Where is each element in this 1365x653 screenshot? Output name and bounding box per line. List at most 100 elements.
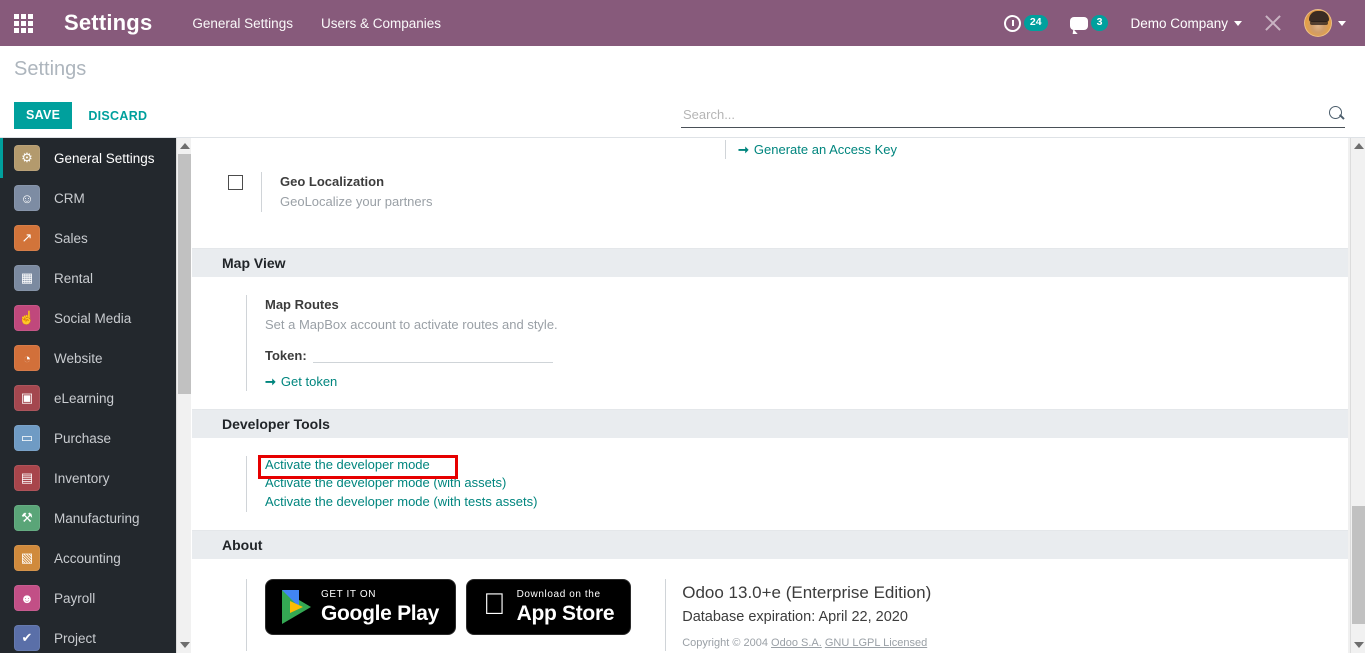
geo-localization-checkbox[interactable]: [228, 175, 243, 190]
google-play-small-label: GET IT ON: [321, 589, 377, 601]
search-bar: [681, 104, 1345, 128]
nav-item-users-companies[interactable]: Users & Companies: [321, 16, 441, 31]
box-icon: ▤: [14, 465, 40, 491]
sidebar-item-rental[interactable]: ▦ Rental: [0, 258, 176, 298]
clock-icon: [1003, 14, 1021, 32]
scroll-up-arrow-icon[interactable]: [1354, 143, 1364, 149]
save-button[interactable]: SAVE: [14, 102, 73, 129]
activate-developer-mode-link[interactable]: Activate the developer mode: [265, 456, 537, 475]
tools-icon: [1264, 14, 1282, 32]
sidebar-item-purchase[interactable]: ▭ Purchase: [0, 418, 176, 458]
sidebar-item-website[interactable]: ◔ Website: [0, 338, 176, 378]
sidebar-item-label: Project: [54, 630, 97, 646]
company-name-label: Demo Company: [1130, 15, 1228, 31]
map-routes-description: Set a MapBox account to activate routes …: [265, 316, 558, 332]
apple-icon: : [483, 590, 506, 620]
about-block: GET IT ON Google Play  Download on the …: [192, 559, 1348, 653]
activity-menu-button[interactable]: 24: [993, 14, 1059, 32]
sidebar-scrollbar-thumb[interactable]: [178, 154, 191, 394]
discard-button[interactable]: DISCARD: [78, 103, 157, 129]
odoo-sa-link[interactable]: Odoo S.A.: [771, 637, 822, 649]
sidebar-item-payroll[interactable]: ☻ Payroll: [0, 578, 176, 618]
content-scrollbar-thumb[interactable]: [1352, 506, 1365, 624]
sidebar-item-label: eLearning: [54, 390, 115, 406]
search-input[interactable]: [681, 106, 1329, 125]
card-icon: ▭: [14, 425, 40, 451]
sidebar-item-inventory[interactable]: ▤ Inventory: [0, 458, 176, 498]
chevron-down-icon: [1338, 20, 1346, 26]
sidebar-item-accounting[interactable]: ▧ Accounting: [0, 538, 176, 578]
chat-bubble-icon: [1069, 16, 1088, 30]
messaging-menu-button[interactable]: 3: [1059, 14, 1120, 32]
sidebar-item-general-settings[interactable]: ⚙ General Settings: [0, 138, 176, 178]
token-input[interactable]: [312, 343, 553, 363]
integrations-block: ➞ Generate an Access Key Geo Localization…: [192, 138, 1348, 248]
geo-localization-text: Geo Localization GeoLocalize your partne…: [280, 172, 432, 212]
activate-developer-mode-tests-assets-link[interactable]: Activate the developer mode (with tests …: [265, 493, 537, 512]
get-token-link[interactable]: ➞ Get token: [265, 374, 337, 390]
section-header-about: About: [192, 530, 1348, 560]
app-store-badge[interactable]:  Download on the App Store: [466, 579, 632, 636]
scroll-down-arrow-icon[interactable]: [1354, 642, 1364, 648]
sidebar-item-crm[interactable]: ☺ CRM: [0, 178, 176, 218]
sidebar-scrollbar[interactable]: [176, 138, 191, 653]
scroll-up-arrow-icon[interactable]: [180, 143, 190, 149]
sidebar-item-label: Rental: [54, 270, 94, 286]
sidebar-item-label: Sales: [54, 230, 88, 246]
token-label: Token:: [265, 347, 307, 363]
google-play-big-label: Google Play: [321, 602, 440, 626]
map-view-block: Map Routes Set a MapBox account to activ…: [192, 277, 1348, 409]
debug-tools-button[interactable]: [1253, 14, 1293, 32]
scroll-down-arrow-icon[interactable]: [180, 642, 190, 648]
chart-up-icon: ↗: [14, 225, 40, 251]
sidebar-item-sales[interactable]: ↗ Sales: [0, 218, 176, 258]
sidebar-item-project[interactable]: ✔ Project: [0, 618, 176, 653]
developer-links: Activate the developer mode Activate the…: [265, 456, 537, 513]
geo-localization-left: Geo Localization GeoLocalize your partne…: [228, 172, 432, 212]
app-brand-title: Settings: [64, 10, 153, 35]
search-icon[interactable]: [1329, 106, 1345, 122]
field-divider: [246, 295, 247, 391]
field-divider: [261, 172, 262, 212]
thumbs-up-icon: ☝: [14, 305, 40, 331]
sidebar-item-label: Payroll: [54, 590, 96, 606]
get-token-label: Get token: [280, 373, 338, 389]
field-divider: [725, 140, 726, 159]
navbar-menu: General Settings Users & Companies: [192, 16, 441, 31]
activate-developer-mode-assets-link[interactable]: Activate the developer mode (with assets…: [265, 474, 537, 493]
about-info: Odoo 13.0+e (Enterprise Edition) Databas…: [682, 579, 931, 648]
generate-access-key-label: Generate an Access Key: [753, 141, 897, 157]
company-switcher[interactable]: Demo Company: [1119, 16, 1253, 31]
field-divider: [665, 579, 667, 652]
wrench-icon: ⚒: [14, 505, 40, 531]
globe-icon: ◔: [14, 345, 40, 371]
sidebar-item-elearning[interactable]: ▣ eLearning: [0, 378, 176, 418]
nav-item-general-settings[interactable]: General Settings: [192, 16, 293, 31]
access-key-row: ➞ Generate an Access Key: [725, 140, 897, 159]
copyright-line: Copyright © 2004 Odoo S.A. GNU LGPL Lice…: [682, 637, 931, 649]
avatar: [1304, 9, 1332, 37]
database-expiration-label: Database expiration: April 22, 2020: [659, 609, 908, 626]
sidebar-item-label: CRM: [54, 190, 85, 206]
about-row: GET IT ON Google Play  Download on the …: [192, 559, 1348, 653]
sidebar-item-social-media[interactable]: ☝ Social Media: [0, 298, 176, 338]
task-icon: ✔: [14, 625, 40, 651]
section-title: About: [222, 537, 263, 554]
section-header-developer-tools: Developer Tools: [192, 408, 1348, 438]
sidebar-item-manufacturing[interactable]: ⚒ Manufacturing: [0, 498, 176, 538]
invoice-icon: ▧: [14, 545, 40, 571]
user-menu-button[interactable]: [1293, 9, 1357, 37]
copyright-prefix: Copyright © 2004: [659, 636, 768, 649]
activity-count-badge: 24: [1023, 14, 1048, 32]
handshake-icon: ☺: [14, 185, 40, 211]
apps-menu-button[interactable]: [0, 0, 46, 46]
content-scrollbar[interactable]: [1350, 138, 1365, 653]
gnu-lgpl-link[interactable]: GNU LGPL Licensed: [825, 637, 927, 649]
settings-content: ➞ Generate an Access Key Geo Localization…: [192, 138, 1350, 653]
google-play-text: GET IT ON Google Play: [321, 589, 440, 626]
person-badge-icon: ☻: [14, 585, 40, 611]
breadcrumb[interactable]: Settings: [14, 58, 86, 81]
generate-access-key-link[interactable]: ➞ Generate an Access Key: [738, 142, 897, 158]
google-play-badge[interactable]: GET IT ON Google Play: [265, 579, 457, 636]
gear-icon: ⚙: [14, 145, 40, 171]
